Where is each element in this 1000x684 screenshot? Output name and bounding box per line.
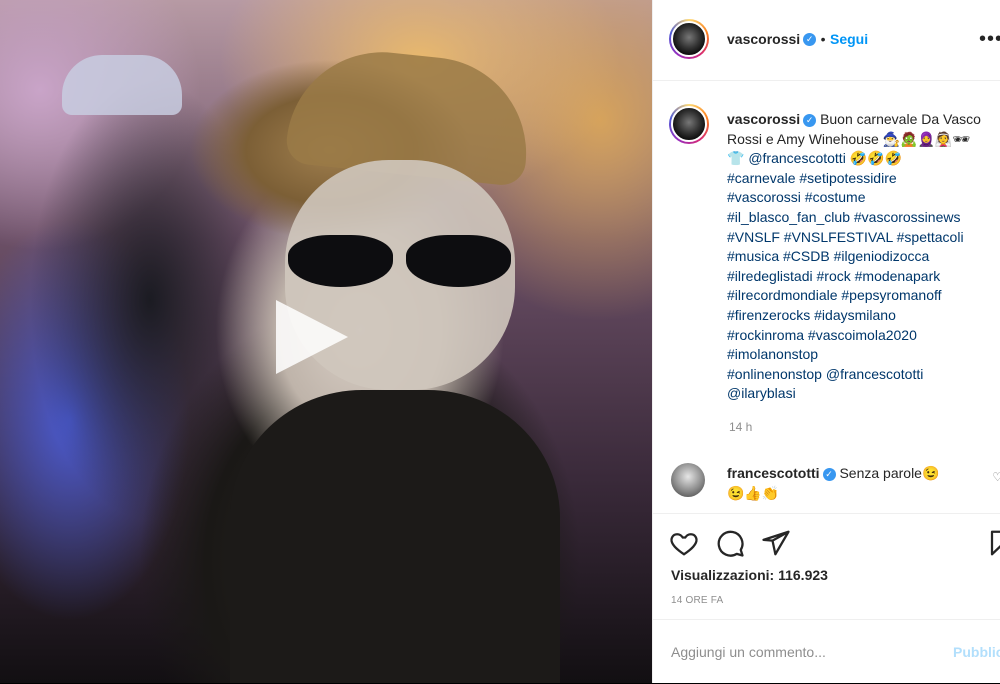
caption-mention[interactable]: @francescototti [748, 150, 845, 166]
post-caption: vascorossi ✓ Buon carnevale Da Vasco Ross… [727, 110, 1000, 404]
background-person-hat [62, 55, 182, 115]
post-actions: Visualizzazioni: 116.923 14 ORE FA [653, 513, 1000, 624]
hashtag-line[interactable]: #ilredeglistadi #rock #modenapark [727, 268, 940, 284]
caption-emoji-2: 👕 [727, 150, 745, 167]
caption-username[interactable]: vascorossi [727, 111, 800, 127]
comment-input[interactable]: Aggiungi un commento... [671, 644, 826, 660]
share-icon[interactable] [761, 528, 791, 558]
hashtag-onlinenonstop[interactable]: #onlinenonstop [727, 366, 822, 382]
like-comment-icon[interactable]: ♡ [992, 470, 1000, 484]
comment-composer: Aggiungi un commento... Pubblica [653, 619, 1000, 684]
mention-francescototti[interactable]: @francescototti [826, 366, 923, 382]
publish-button[interactable]: Pubblica [953, 644, 1000, 660]
video-player[interactable] [0, 0, 652, 683]
caption-emoji: 🧙‍♂️🧟🧕👰🕶 [882, 130, 971, 147]
like-heart-icon[interactable] [669, 528, 699, 558]
hashtag-line[interactable]: #rockinroma #vascoimola2020 [727, 327, 917, 343]
sunglasses [288, 235, 518, 295]
hashtag-line[interactable]: #VNSLF #VNSLFESTIVAL #spettacoli [727, 229, 964, 245]
mention-ilaryblasi[interactable]: @ilaryblasi [727, 385, 796, 401]
commenter-username[interactable]: francescototti [727, 465, 820, 481]
post-sidebar: vascorossi✓ • Segui ••• vascorossi✓ Buon… [652, 0, 1000, 683]
post-header: vascorossi✓ • Segui ••• [653, 0, 1000, 81]
person-body [230, 390, 560, 683]
caption-avatar[interactable] [669, 104, 709, 144]
avatar[interactable] [669, 19, 709, 59]
comment-emoji: 😉👍👏 [727, 485, 780, 501]
hashtag-line[interactable]: #il_blasco_fan_club #vascorossinews [727, 209, 960, 225]
author-username[interactable]: vascorossi [727, 31, 800, 47]
views-count[interactable]: Visualizzazioni: 116.923 [671, 567, 828, 583]
separator-dot: • [820, 31, 826, 47]
hashtag-line[interactable]: #carnevale #setipotessidire [727, 170, 897, 186]
post-time-ago[interactable]: 14 ORE FA [671, 595, 723, 606]
caption-laugh-emoji: 🤣🤣🤣 [849, 150, 902, 167]
comment-icon[interactable] [715, 528, 745, 558]
hashtag-line[interactable]: #imolanonstop [727, 346, 818, 362]
play-icon[interactable] [276, 300, 348, 374]
follow-button[interactable]: Segui [830, 31, 868, 47]
hashtag-line[interactable]: #vascorossi #costume [727, 189, 866, 205]
verified-badge-icon: ✓ [803, 33, 817, 47]
hashtag-line[interactable]: #musica #CSDB #ilgeniodizocca [727, 248, 929, 264]
verified-badge-icon: ✓ [803, 113, 817, 127]
commenter-avatar[interactable] [671, 463, 705, 497]
caption-timestamp[interactable]: 14 h [729, 420, 752, 434]
hashtag-line[interactable]: #ilrecordmondiale #pepsyromanoff [727, 287, 942, 303]
comment-text: Senza parole😉 [839, 465, 940, 481]
save-bookmark-icon[interactable] [987, 528, 1000, 558]
more-options-icon[interactable]: ••• [979, 28, 1000, 51]
hashtag-line[interactable]: #firenzerocks #idaysmilano [727, 307, 896, 323]
verified-badge-icon: ✓ [822, 467, 836, 481]
comment: francescototti ✓ Senza parole😉 😉👍👏 [727, 463, 997, 503]
